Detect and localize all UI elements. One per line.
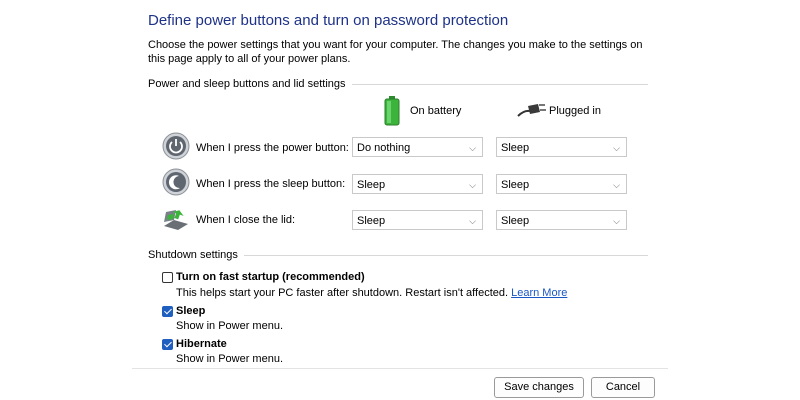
select-value: Sleep <box>501 142 530 154</box>
power-plug-icon <box>516 100 546 120</box>
power-button-plugged-select[interactable]: Sleep ⌵ <box>496 137 627 157</box>
chevron-down-icon: ⌵ <box>469 216 476 226</box>
sleep-checkbox[interactable] <box>162 306 173 317</box>
on-battery-header: On battery <box>410 105 462 117</box>
sleep-button-plugged-select[interactable]: Sleep ⌵ <box>496 174 627 194</box>
left-backdrop <box>0 0 132 400</box>
fast-startup-title: Turn on fast startup (recommended) <box>176 271 365 283</box>
chevron-down-icon: ⌵ <box>469 143 476 153</box>
lid-label: When I close the lid: <box>196 214 296 226</box>
sleep-option-desc: Show in Power menu. <box>176 320 283 332</box>
plugged-in-header: Plugged in <box>549 105 601 117</box>
laptop-lid-icon <box>162 206 190 234</box>
select-value: Sleep <box>357 215 386 227</box>
hibernate-option-title: Hibernate <box>176 338 227 350</box>
page-description: Choose the power settings that you want … <box>148 39 643 65</box>
power-button-label: When I press the power button: <box>196 142 349 154</box>
select-value: Sleep <box>501 215 530 227</box>
save-changes-button[interactable]: Save changes <box>494 377 584 398</box>
hibernate-checkbox[interactable] <box>162 339 173 350</box>
chevron-down-icon: ⌵ <box>613 143 620 153</box>
fast-startup-checkbox[interactable] <box>162 272 173 283</box>
lid-battery-select[interactable]: Sleep ⌵ <box>352 210 483 230</box>
sleep-button-icon <box>162 168 190 196</box>
sleep-option-title: Sleep <box>176 305 206 317</box>
sleep-button-label: When I press the sleep button: <box>196 178 346 190</box>
power-button-icon <box>162 132 190 160</box>
select-value: Do nothing <box>357 142 411 154</box>
chevron-down-icon: ⌵ <box>469 180 476 190</box>
select-value: Sleep <box>501 179 530 191</box>
learn-more-link[interactable]: Learn More <box>511 287 567 299</box>
battery-icon <box>384 96 400 126</box>
power-section-label: Power and sleep buttons and lid settings <box>148 78 352 90</box>
footer-divider <box>132 368 668 369</box>
select-value: Sleep <box>357 179 386 191</box>
chevron-down-icon: ⌵ <box>613 180 620 190</box>
page-title: Define power buttons and turn on passwor… <box>148 12 509 29</box>
power-options-panel: Define power buttons and turn on passwor… <box>132 0 668 400</box>
fast-startup-desc: This helps start your PC faster after sh… <box>176 287 567 299</box>
lid-plugged-select[interactable]: Sleep ⌵ <box>496 210 627 230</box>
right-backdrop <box>668 0 800 400</box>
chevron-down-icon: ⌵ <box>613 216 620 226</box>
power-button-battery-select[interactable]: Do nothing ⌵ <box>352 137 483 157</box>
fast-startup-desc-text: This helps start your PC faster after sh… <box>176 287 509 299</box>
cancel-button[interactable]: Cancel <box>591 377 655 398</box>
sleep-button-battery-select[interactable]: Sleep ⌵ <box>352 174 483 194</box>
shutdown-section-label: Shutdown settings <box>148 249 244 261</box>
hibernate-option-desc: Show in Power menu. <box>176 353 283 365</box>
